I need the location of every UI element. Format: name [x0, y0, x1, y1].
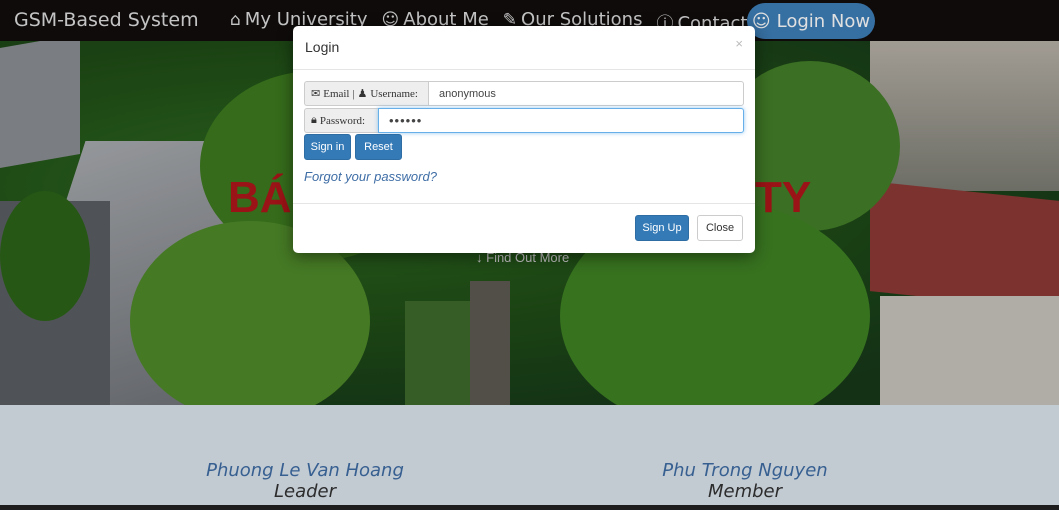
modal-title: Login: [305, 39, 340, 55]
close-button[interactable]: Close: [697, 215, 743, 241]
password-input[interactable]: ••••••: [378, 108, 744, 133]
reset-button[interactable]: Reset: [355, 134, 402, 160]
password-row: 🔒︎ Password: ••••••: [304, 108, 744, 133]
sign-in-button[interactable]: Sign in: [304, 134, 351, 160]
user-icon: ♟: [357, 88, 368, 100]
username-label-text: Username:: [370, 87, 418, 100]
username-input[interactable]: anonymous: [428, 81, 744, 106]
username-label: ✉ Email | ♟ Username:: [304, 81, 428, 106]
login-modal: Login × ✉ Email | ♟ Username: anonymous …: [293, 26, 755, 253]
close-icon[interactable]: ×: [735, 36, 743, 51]
modal-footer-divider: [293, 203, 755, 204]
envelope-icon: ✉: [311, 88, 321, 100]
username-row: ✉ Email | ♟ Username: anonymous: [304, 81, 744, 106]
forgot-password-link[interactable]: Forgot your password?: [304, 169, 437, 184]
sign-up-button[interactable]: Sign Up: [635, 215, 689, 241]
email-label: Email |: [323, 87, 355, 100]
modal-header: Login ×: [293, 26, 755, 70]
password-label: 🔒︎ Password:: [304, 108, 378, 133]
lock-icon: 🔒︎: [311, 114, 317, 126]
password-label-text: Password:: [319, 114, 366, 127]
